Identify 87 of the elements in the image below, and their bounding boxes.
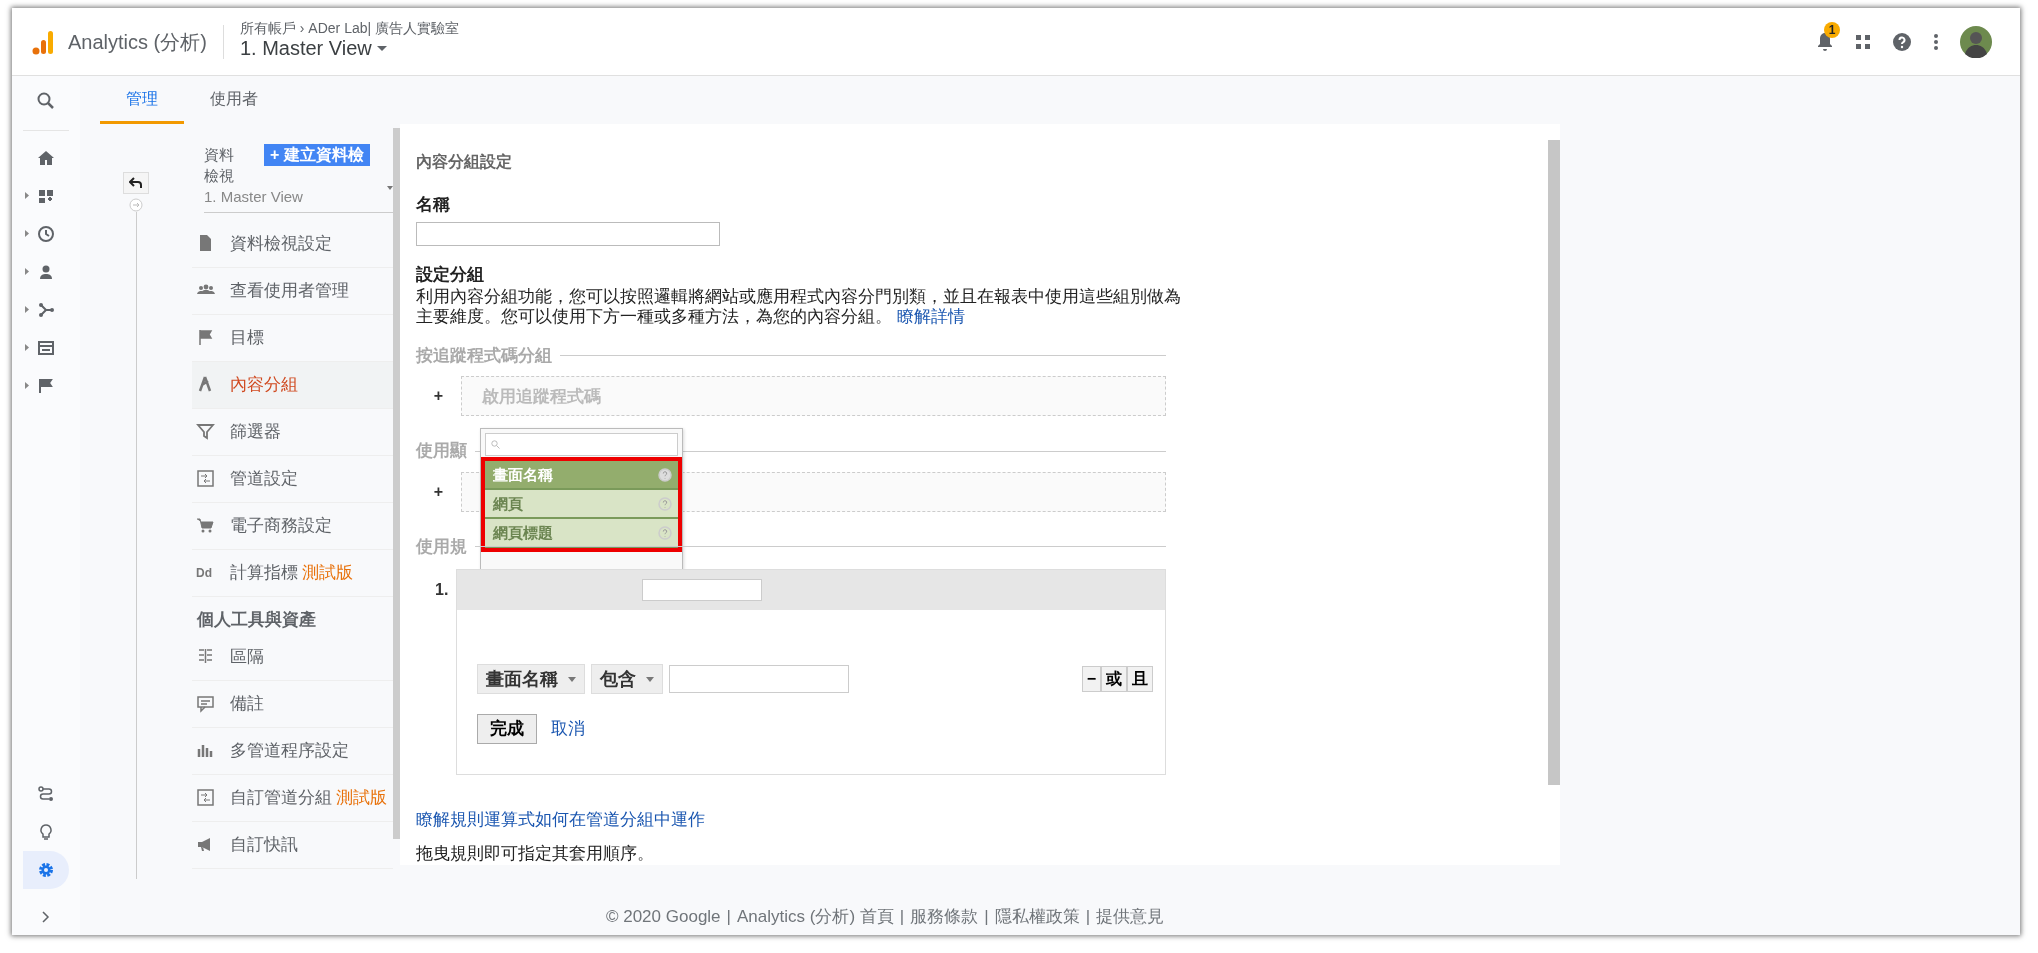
- chevron-right-icon: [42, 910, 50, 923]
- section-title: 內容分組設定: [416, 152, 513, 172]
- lightbulb-icon: [37, 823, 55, 841]
- copyright: © 2020 Google: [605, 906, 721, 929]
- separator: |: [984, 906, 989, 929]
- channel-icon: [196, 788, 216, 808]
- search-icon: [37, 91, 55, 110]
- expand-arrow-icon: [25, 268, 29, 275]
- scrollbar[interactable]: [393, 128, 400, 839]
- expand-arrow-icon: [25, 344, 29, 351]
- breadcrumb: 所有帳戶 › ADer Lab| 廣告人實驗室: [239, 21, 460, 37]
- help-icon: [658, 496, 672, 511]
- section-heading: 使用顯: [416, 440, 467, 463]
- search-field[interactable]: [485, 433, 678, 457]
- apps-grid-icon: [1856, 34, 1870, 49]
- footer-link[interactable]: 隱私權政策: [994, 904, 1080, 930]
- view-selector[interactable]: 1. Master View: [239, 36, 388, 59]
- product-name: Analytics (分析): [68, 29, 207, 55]
- caret-icon: [387, 186, 393, 190]
- create-view-button[interactable]: + 建立資料檢: [264, 144, 370, 166]
- rule-name-field[interactable]: [642, 579, 762, 602]
- expand-arrow-icon: [25, 230, 29, 237]
- bar-chart-logo-icon: [32, 28, 54, 55]
- tab[interactable]: 管理: [100, 76, 184, 124]
- select-dropdown[interactable]: 包含: [591, 664, 663, 695]
- help-icon: [1892, 31, 1912, 52]
- section-heading: 使用規: [416, 535, 467, 558]
- branch-icon: [37, 301, 55, 319]
- clock-icon: [37, 225, 55, 243]
- caret-icon: [377, 46, 388, 53]
- section-heading: 按追蹤程式碼分組: [416, 344, 552, 367]
- condition-button[interactable]: −: [1081, 666, 1101, 693]
- description: 利用內容分組功能，您可以按照邏輯將網站或應用程式內容分門別類，並且在報表中使用這些組別做為主要維度。您可以使用下方一種或多種方法，為您的內容分組。 瞭解詳情: [416, 287, 1182, 327]
- help-icon: [658, 467, 672, 482]
- separator: |: [899, 906, 905, 929]
- scrollbar[interactable]: [1548, 140, 1560, 785]
- expand-arrow-icon: [25, 382, 29, 389]
- dropdown-option[interactable]: 網頁標題: [485, 519, 678, 549]
- flag-icon: [37, 377, 55, 395]
- settings-icon: [37, 861, 55, 879]
- nav-item[interactable]: [23, 851, 69, 889]
- footer-link[interactable]: Analytics (分析) 首頁: [737, 904, 894, 930]
- hint-text: 拖曳規則即可指定其套用順序。: [416, 842, 655, 865]
- learn-more-link[interactable]: 瞭解詳情: [896, 305, 965, 326]
- channel-icon: [196, 468, 216, 489]
- back-button[interactable]: [123, 172, 149, 194]
- value-field[interactable]: [669, 665, 849, 694]
- comment-icon: [196, 694, 216, 714]
- caret-icon: [646, 676, 654, 682]
- window-icon: [37, 339, 55, 357]
- funnel-icon: [196, 421, 216, 442]
- expand-arrow-icon: [25, 192, 29, 199]
- menu-item[interactable]: 自訂快訊: [192, 822, 393, 869]
- caret-icon: [568, 676, 576, 682]
- person-icon: [37, 263, 55, 281]
- help-icon: [658, 525, 672, 540]
- plus-sign: +: [432, 386, 445, 407]
- home-icon: [37, 149, 55, 167]
- done-button[interactable]: 完成: [477, 714, 537, 744]
- menu-item[interactable]: 內容分組: [192, 361, 393, 409]
- avatar-icon: [1960, 25, 1992, 58]
- footer-link[interactable]: 提供意見: [1096, 904, 1165, 930]
- search-icon: [491, 440, 500, 450]
- plus-sign: +: [432, 481, 445, 502]
- expand-arrow-icon: [25, 306, 29, 313]
- view-label: 資料檢視: [204, 145, 235, 186]
- route-icon: [37, 785, 55, 803]
- rule-number: 1.: [435, 580, 449, 601]
- separator: |: [726, 906, 731, 929]
- footer-link[interactable]: 服務條款: [910, 904, 979, 930]
- notification-badge: 1: [1824, 21, 1840, 38]
- cancel-link[interactable]: 取消: [551, 716, 585, 742]
- condition-button[interactable]: 或: [1101, 666, 1127, 693]
- section-heading: 個人工具與資產: [196, 608, 317, 631]
- field-label: 設定分組: [416, 263, 485, 286]
- field-label: 名稱: [416, 194, 451, 216]
- separator: |: [1085, 906, 1091, 929]
- text-icon: Dd: [196, 563, 216, 582]
- dropdown-option[interactable]: 網頁: [485, 490, 678, 520]
- name-field[interactable]: [416, 221, 720, 246]
- condition-button[interactable]: 且: [1127, 666, 1153, 693]
- more-vertical-icon: [1934, 33, 1938, 50]
- tab[interactable]: 使用者: [184, 76, 284, 124]
- back-arrow-icon: [129, 177, 143, 189]
- select-dropdown[interactable]: 畫面名稱: [477, 664, 585, 695]
- dashboard-icon: [37, 187, 55, 205]
- help-link[interactable]: 瞭解規則運算式如何在管道分組中運作: [416, 810, 705, 830]
